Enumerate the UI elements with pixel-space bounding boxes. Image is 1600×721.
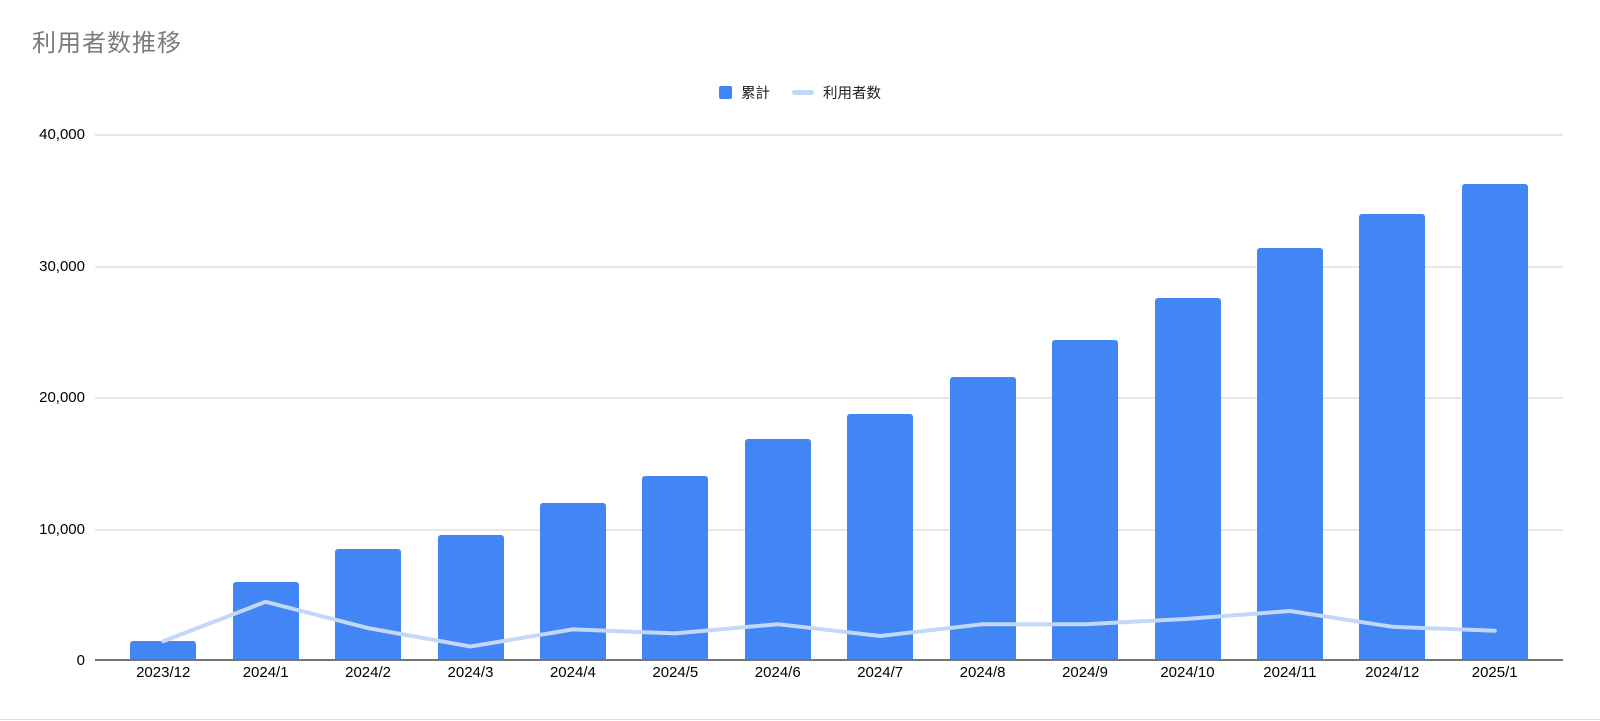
x-axis-label: 2024/10 <box>1160 664 1215 681</box>
chart-container[interactable]: 利用者数推移 累計 利用者数 0 10,000 20,000 30,000 40,000 … <box>0 0 1600 721</box>
x-axis-label: 2023/12 <box>136 664 191 681</box>
line-series <box>161 599 1497 649</box>
plot-area <box>95 134 1563 661</box>
x-axis-labels: 2023/12 2024/1 2024/2 2024/3 2024/4 2024/5 202… <box>112 664 1546 684</box>
x-axis-label: 2024/6 <box>754 664 801 681</box>
y-axis-tick-label: 20,000 <box>39 389 85 406</box>
y-axis-tick-label: 40,000 <box>39 126 85 143</box>
x-axis-label: 2024/5 <box>652 664 699 681</box>
x-axis-label: 2024/9 <box>1062 664 1108 681</box>
legend-label: 累計 <box>741 86 770 102</box>
legend: 累計 利用者数 <box>0 82 1600 103</box>
chart-title: 利用者数推移 <box>32 30 182 57</box>
x-axis-label: 2024/1 <box>242 664 289 681</box>
legend-item-cumulative[interactable]: 累計 <box>719 82 770 103</box>
x-axis-label: 2024/11 <box>1263 664 1317 681</box>
x-axis-label: 2025/1 <box>1471 664 1518 681</box>
x-axis-label: 2024/12 <box>1365 664 1420 681</box>
legend-label: 利用者数 <box>823 86 881 102</box>
window-bottom-border <box>0 719 1600 720</box>
x-axis-label: 2024/2 <box>345 664 391 681</box>
legend-line-swatch-icon <box>792 90 814 95</box>
x-axis-label: 2024/4 <box>549 664 596 681</box>
x-axis-label: 2024/7 <box>857 664 904 681</box>
y-axis-tick-label: 10,000 <box>39 520 85 538</box>
y-axis-tick-label: 30,000 <box>39 257 85 275</box>
legend-bar-swatch-icon <box>719 86 732 99</box>
x-axis-label: 2024/3 <box>447 664 494 681</box>
y-axis-tick-label: 0 <box>76 652 85 669</box>
legend-item-monthly-users[interactable]: 利用者数 <box>792 82 881 103</box>
x-axis-label: 2024/8 <box>959 664 1006 681</box>
